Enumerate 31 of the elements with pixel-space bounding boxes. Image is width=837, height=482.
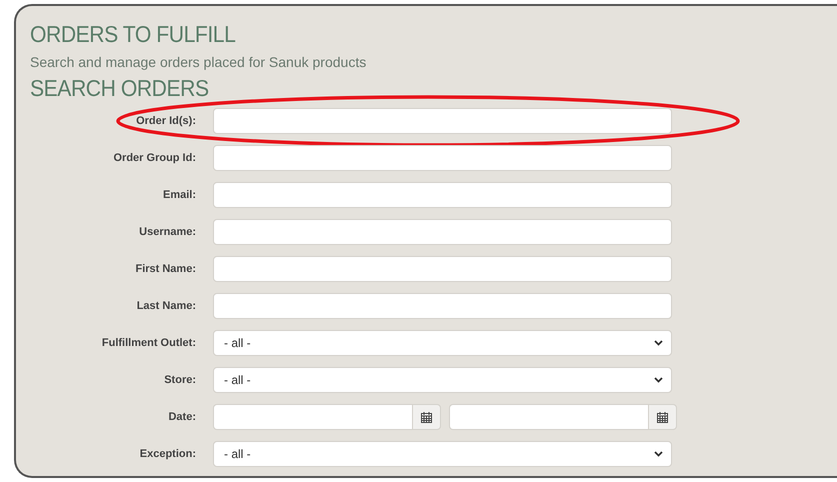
field-label: Exception: [140,448,196,460]
chevron-down-icon [654,451,663,457]
text-field[interactable] [213,219,672,245]
date-field[interactable] [449,404,648,430]
date-field[interactable] [213,404,412,430]
field-label: Fulfillment Outlet: [102,337,196,349]
field-label: Order Id(s): [136,115,196,127]
section-title: SEARCH ORDERS [30,74,209,102]
field-label: Date: [168,411,196,423]
page-title: ORDERS TO FULFILL [30,20,236,48]
text-field[interactable] [213,108,672,134]
dropdown[interactable]: - all - [213,441,672,467]
chevron-down-icon [654,340,663,346]
calendar-icon [657,412,668,422]
text-field[interactable] [213,145,672,171]
calendar-button[interactable] [648,404,677,430]
field-label: Last Name: [136,300,196,312]
text-field[interactable] [213,182,672,208]
dropdown[interactable]: - all - [213,367,672,393]
field-label: Username: [139,226,196,238]
field-label: Store: [164,374,196,386]
chevron-down-icon [654,377,663,383]
text-field[interactable] [213,293,672,319]
calendar-button[interactable] [412,404,441,430]
calendar-icon [421,412,432,422]
text-field[interactable] [213,256,672,282]
field-label: Order Group Id: [114,152,196,164]
field-label: Email: [162,189,196,201]
field-label: First Name: [135,263,196,275]
page-subtitle: Search and manage orders placed for Sanuk products [30,54,366,70]
dropdown[interactable]: - all - [213,330,672,356]
